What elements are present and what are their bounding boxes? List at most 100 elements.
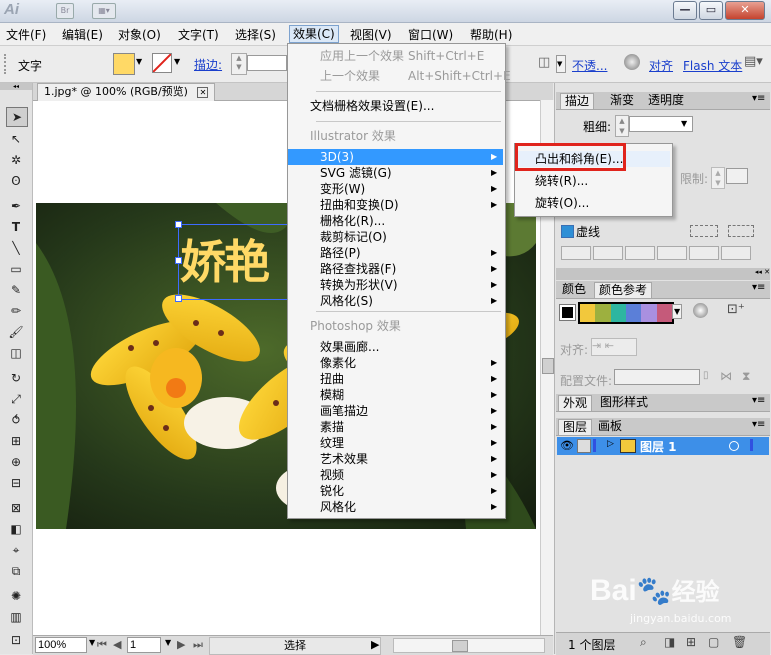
tab-gradient[interactable]: 渐变 <box>606 93 638 108</box>
menu-file[interactable]: 文件(F) <box>6 26 46 43</box>
menu-item-illustrator-1[interactable]: SVG 滤镜(G) ▶ <box>288 165 503 181</box>
page-field[interactable] <box>127 637 161 653</box>
limit-input[interactable] <box>726 168 748 184</box>
tab-color-guide[interactable]: 颜色参考 <box>594 282 653 298</box>
color-swatch[interactable] <box>625 304 642 322</box>
opacity-link[interactable]: 不透... <box>572 57 607 74</box>
prev-page-icon[interactable]: ◀ <box>113 638 121 651</box>
menu-item-photoshop-4[interactable]: 画笔描边 ▶ <box>288 403 503 419</box>
status-menu-icon[interactable]: ▶ <box>371 638 379 651</box>
menu-object[interactable]: 对象(O) <box>118 26 161 43</box>
menu-effect[interactable]: 效果(C) <box>289 25 339 43</box>
selection-handle[interactable] <box>175 257 182 264</box>
minimize-button[interactable]: — <box>673 1 697 20</box>
profile-flip-icon[interactable]: ⋈ <box>720 369 732 383</box>
harmony-dropdown-icon[interactable]: ▼ <box>672 304 683 319</box>
fill-dropdown-icon[interactable]: ▼ <box>136 57 142 66</box>
selection-tool-icon[interactable]: ➤ <box>6 107 28 127</box>
menu-item-photoshop-9[interactable]: 锐化 ▶ <box>288 483 503 499</box>
grip-handle[interactable] <box>4 54 10 74</box>
panel-menu-icon[interactable]: ▤▾ <box>744 54 764 72</box>
stroke-weight-stepper[interactable]: ▲ ▼ <box>231 53 247 75</box>
blob-brush-tool-icon[interactable]: 🖌 <box>6 323 26 341</box>
panel-collapse-bar[interactable]: ◂◂ ✕ <box>556 268 770 280</box>
layer-row[interactable]: 👁 ▷ 图层 1 <box>557 437 769 455</box>
lock-toggle[interactable] <box>577 439 591 453</box>
perspective-grid-tool-icon[interactable]: ⊟ <box>6 474 26 492</box>
weight-dropdown-icon[interactable]: ▼ <box>681 119 687 128</box>
menu-select[interactable]: 选择(S) <box>235 26 276 43</box>
scrollbar-thumb[interactable] <box>452 640 468 652</box>
target-icon[interactable] <box>729 441 739 451</box>
first-page-icon[interactable]: ⏮ <box>97 638 107 652</box>
lasso-tool-icon[interactable]: ʘ <box>6 172 26 190</box>
graph-tool-icon[interactable]: ▥ <box>6 608 26 626</box>
edit-colors-icon[interactable] <box>693 303 708 318</box>
warp-tool-icon[interactable]: ⥀ <box>6 411 26 429</box>
expand-arrow-icon[interactable]: ▷ <box>607 439 614 449</box>
profile-reset-icon[interactable]: ⧗ <box>742 369 750 384</box>
profile-dropdown-icon[interactable]: ▯ <box>703 370 709 381</box>
arrange-documents-button[interactable]: ▦▾ <box>92 3 116 19</box>
gradient-tool-icon[interactable]: ◧ <box>6 520 26 538</box>
symbol-sprayer-tool-icon[interactable]: ✺ <box>6 587 26 605</box>
dash-align-corners-icon[interactable] <box>690 225 718 237</box>
last-page-icon[interactable]: ⏭ <box>193 638 203 652</box>
mesh-tool-icon[interactable]: ⊠ <box>6 499 26 517</box>
artboard-tool-icon[interactable]: ⊡ <box>6 631 26 649</box>
menu-item-photoshop-10[interactable]: 风格化 ▶ <box>288 499 503 515</box>
menu-item-illustrator-8[interactable]: 转换为形状(V) ▶ <box>288 277 503 293</box>
type-tool-icon[interactable]: T <box>6 218 26 236</box>
tab-layers[interactable]: 图层 <box>558 419 593 435</box>
menu-item-photoshop-7[interactable]: 艺术效果 ▶ <box>288 451 503 467</box>
color-swatch[interactable] <box>610 304 626 322</box>
new-sublayer-icon[interactable]: ⊞ <box>686 635 696 649</box>
recolor-icon[interactable] <box>624 54 640 70</box>
make-clipping-mask-icon[interactable]: ◨ <box>664 635 675 649</box>
menu-item-illustrator-3[interactable]: 扭曲和变换(D) ▶ <box>288 197 503 213</box>
stroke-dropdown-icon[interactable]: ▼ <box>174 57 180 66</box>
color-swatch[interactable] <box>641 304 657 322</box>
menu-item-apply-last-effect[interactable]: 应用上一个效果 Shift+Ctrl+E <box>288 48 503 64</box>
stroke-none-swatch[interactable] <box>152 53 172 73</box>
scrollbar-thumb[interactable] <box>542 358 554 374</box>
menu-item-illustrator-2[interactable]: 变形(W) ▶ <box>288 181 503 197</box>
color-swatch[interactable] <box>580 304 596 322</box>
visibility-eye-icon[interactable]: 👁 <box>560 439 574 452</box>
color-swatch[interactable] <box>595 304 611 322</box>
close-button[interactable]: ✕ <box>725 1 765 20</box>
magic-wand-tool-icon[interactable]: ✲ <box>6 151 26 169</box>
menu-item-illustrator-5[interactable]: 裁剪标记(O) <box>288 229 503 245</box>
pencil-tool-icon[interactable]: ✏ <box>6 302 26 320</box>
rectangle-tool-icon[interactable]: ▭ <box>6 260 26 278</box>
selection-indicator[interactable] <box>750 439 765 451</box>
menu-item-photoshop-0[interactable]: 效果画廊... <box>288 339 503 355</box>
bridge-button[interactable]: Br <box>56 3 74 19</box>
menu-item-photoshop-3[interactable]: 模糊 ▶ <box>288 387 503 403</box>
eyedropper-tool-icon[interactable]: ⌖ <box>6 541 26 559</box>
menu-window[interactable]: 窗口(W) <box>408 26 453 43</box>
next-page-icon[interactable]: ▶ <box>177 638 185 651</box>
harmony-swatches[interactable] <box>578 302 674 324</box>
style-icon[interactable]: ◫ <box>538 55 556 71</box>
menu-item-photoshop-8[interactable]: 视频 ▶ <box>288 467 503 483</box>
menu-view[interactable]: 视图(V) <box>350 26 392 43</box>
align-buttons[interactable]: ⇥ ⇤ <box>591 338 637 356</box>
menu-item-photoshop-5[interactable]: 素描 ▶ <box>288 419 503 435</box>
rotate-tool-icon[interactable]: ↻ <box>6 369 26 387</box>
menu-item-photoshop-6[interactable]: 纹理 ▶ <box>288 435 503 451</box>
tab-transparency[interactable]: 透明度 <box>644 93 688 108</box>
dash-align-ends-icon[interactable] <box>728 225 754 237</box>
style-dropdown-icon[interactable]: ▼ <box>556 55 566 73</box>
flash-text-link[interactable]: Flash 文本 <box>683 57 742 74</box>
paintbrush-tool-icon[interactable]: ✎ <box>6 281 26 299</box>
tab-artboards[interactable]: 画板 <box>594 419 626 434</box>
save-color-group-icon[interactable]: ⊡⁺ <box>727 302 745 317</box>
menu-item-revolve[interactable]: 绕转(R)... <box>515 173 670 189</box>
status-mode[interactable]: 选择 <box>209 637 381 655</box>
tab-color[interactable]: 颜色 <box>558 282 590 297</box>
menu-item-photoshop-2[interactable]: 扭曲 ▶ <box>288 371 503 387</box>
scale-tool-icon[interactable]: ⤢ <box>6 390 26 408</box>
menu-item-document-raster-settings[interactable]: 文档栅格效果设置(E)... <box>288 98 503 114</box>
menu-item-illustrator-7[interactable]: 路径查找器(F) ▶ <box>288 261 503 277</box>
